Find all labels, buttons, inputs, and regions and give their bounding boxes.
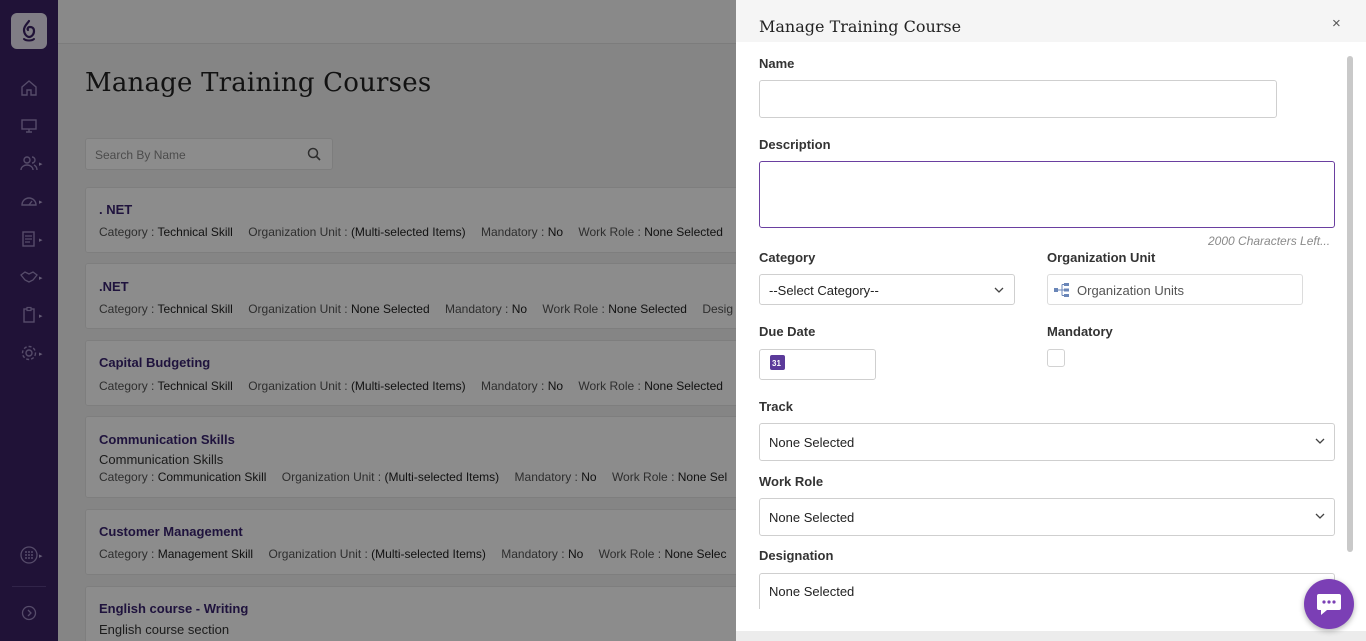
- calendar-icon[interactable]: 31: [770, 355, 785, 370]
- chat-icon: [1317, 594, 1341, 615]
- modal-backdrop[interactable]: [0, 0, 736, 641]
- name-field[interactable]: [759, 80, 1277, 118]
- track-value: None Selected: [769, 435, 855, 450]
- manage-course-panel: Manage Training Course × Name Descriptio…: [736, 0, 1366, 641]
- panel-title: Manage Training Course: [759, 17, 962, 36]
- characters-left-hint: 2000 Characters Left...: [1208, 234, 1331, 248]
- due-date-field[interactable]: 31: [759, 349, 876, 380]
- designation-value: None Selected: [769, 584, 855, 599]
- close-icon[interactable]: ×: [1332, 15, 1341, 32]
- chevron-down-icon: [1315, 513, 1325, 519]
- panel-footer: [736, 631, 1366, 641]
- work-role-value: None Selected: [769, 510, 855, 525]
- designation-select[interactable]: None Selected: [759, 573, 1335, 609]
- category-label: Category: [759, 250, 816, 265]
- name-label: Name: [759, 56, 795, 71]
- designation-label: Designation: [759, 548, 834, 563]
- chat-button[interactable]: [1304, 579, 1354, 629]
- description-label: Description: [759, 137, 831, 152]
- panel-scrollbar-thumb[interactable]: [1347, 56, 1353, 552]
- mandatory-checkbox[interactable]: [1047, 349, 1065, 367]
- due-date-label: Due Date: [759, 324, 816, 339]
- chevron-down-icon: [994, 287, 1004, 293]
- work-role-select[interactable]: None Selected: [759, 498, 1335, 536]
- track-select[interactable]: None Selected: [759, 423, 1335, 461]
- mandatory-label: Mandatory: [1047, 324, 1113, 339]
- track-label: Track: [759, 399, 793, 414]
- description-field[interactable]: [759, 161, 1335, 228]
- org-unit-picker[interactable]: Organization Units: [1047, 274, 1303, 305]
- category-select[interactable]: --Select Category--: [759, 274, 1015, 305]
- org-unit-label: Organization Unit: [1047, 250, 1156, 265]
- calendar-day: 31: [772, 359, 781, 368]
- work-role-label: Work Role: [759, 474, 824, 489]
- chevron-down-icon: [1315, 438, 1325, 444]
- org-unit-placeholder: Organization Units: [1077, 283, 1184, 298]
- org-tree-icon: [1054, 283, 1069, 297]
- category-value: --Select Category--: [769, 283, 879, 298]
